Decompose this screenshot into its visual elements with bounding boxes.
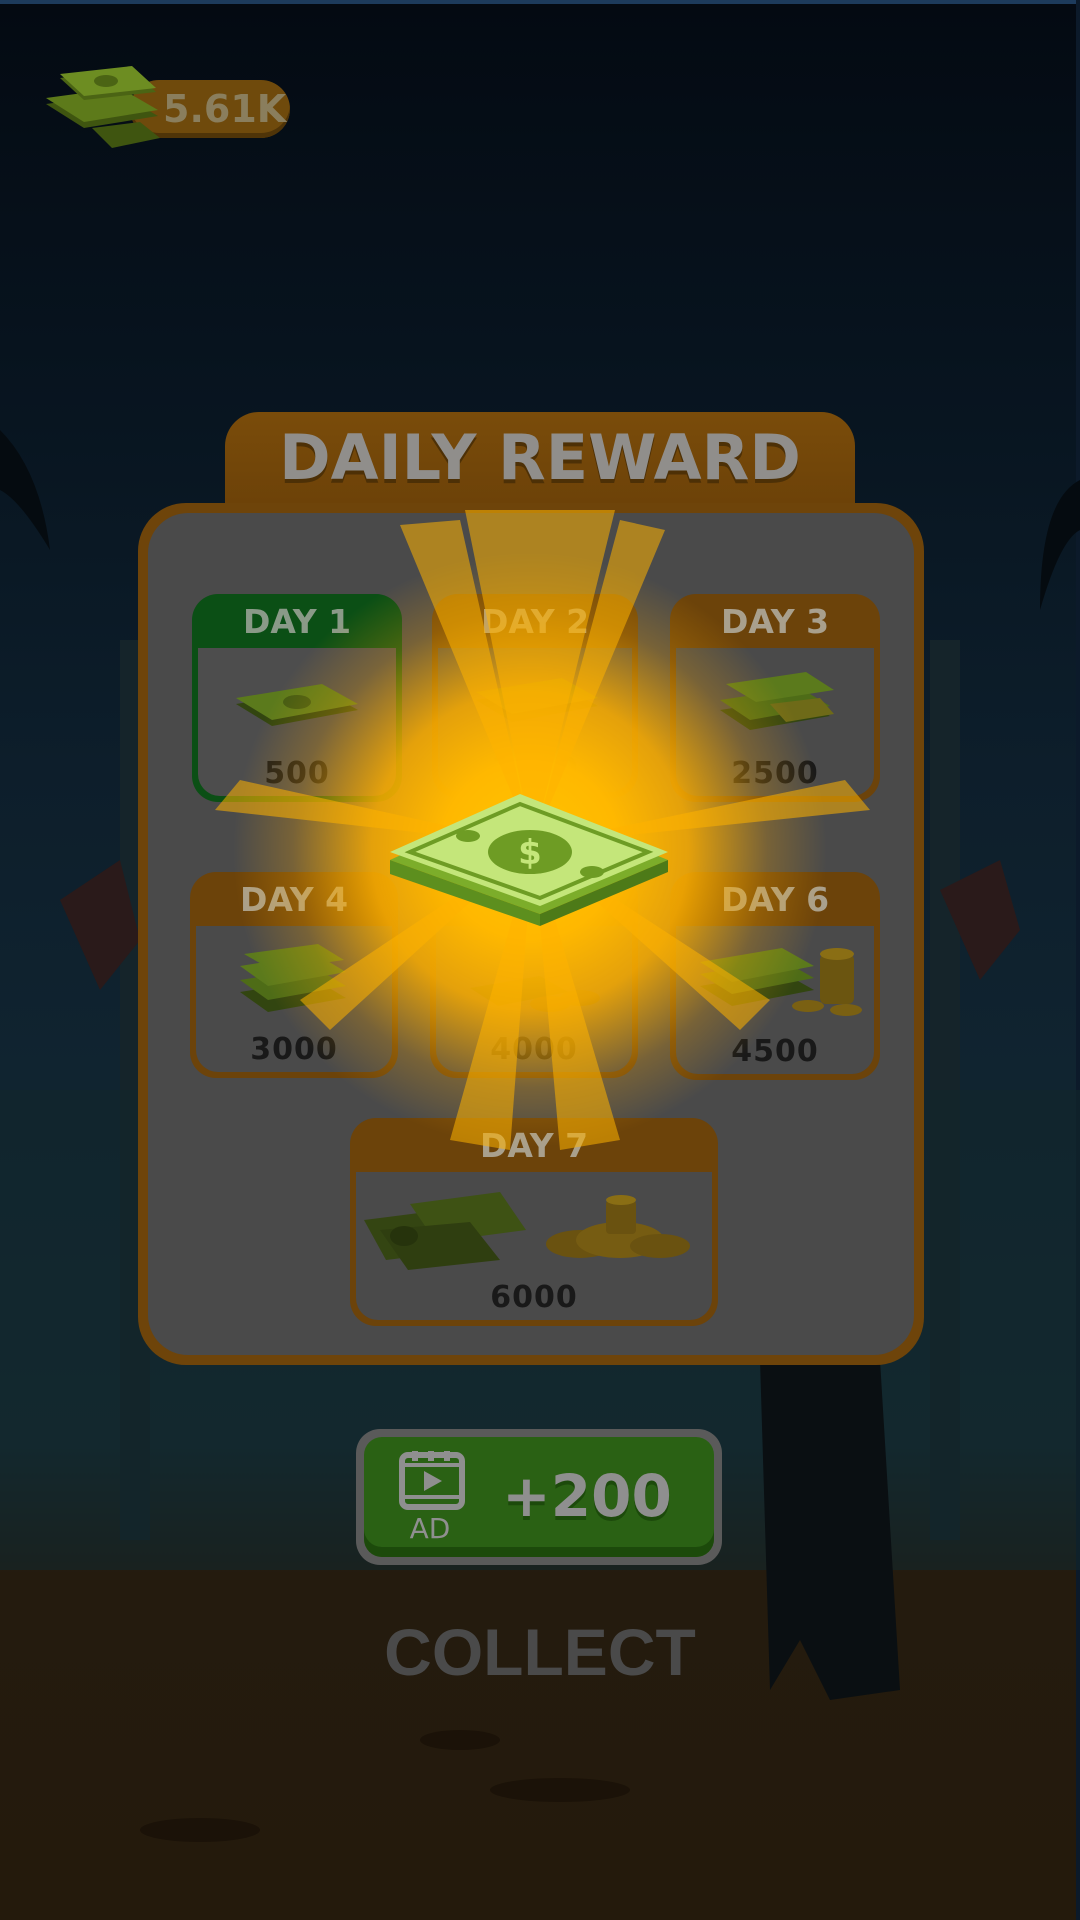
- ad-reward-amount: +200: [502, 1462, 672, 1530]
- day-label: DAY 4: [239, 880, 349, 919]
- cash-bundle-icon: [476, 678, 598, 722]
- day-label: DAY 7: [479, 1126, 589, 1165]
- day-card-1[interactable]: DAY 1 500: [192, 594, 402, 802]
- day-card-7[interactable]: DAY 7 6000: [350, 1118, 718, 1326]
- cash-coins-icon: [700, 948, 862, 1016]
- cash-stack-icon: [46, 66, 160, 148]
- cash-coins-icon: [470, 976, 600, 1012]
- cash-bundle-icon: [236, 684, 358, 726]
- day-amount: 3000: [250, 1032, 338, 1067]
- day-amount: 500: [264, 756, 330, 791]
- day-label: DAY 6: [720, 880, 830, 919]
- panel-title: DAILY REWARD: [279, 421, 801, 494]
- watch-ad-button-face: AD +200: [364, 1437, 714, 1557]
- day-label: DAY 2: [480, 602, 590, 641]
- cash-bundle-icon: $: [390, 794, 668, 926]
- day-label: DAY 3: [720, 602, 830, 641]
- cash-pile-coins-icon: [364, 1192, 690, 1270]
- svg-text:$: $: [518, 833, 542, 873]
- day-card-4[interactable]: DAY 4 3000: [190, 872, 398, 1078]
- day-amount: 6000: [490, 1280, 578, 1315]
- cash-stacks-icon: [720, 672, 834, 730]
- day-amount: 4500: [731, 1034, 819, 1069]
- cash-stacks-icon: [240, 944, 346, 1012]
- collect-button[interactable]: COLLECT: [340, 1612, 740, 1692]
- currency-value: 5.61K: [163, 87, 287, 131]
- film-clapper-icon: [399, 1451, 465, 1510]
- watch-ad-button[interactable]: AD +200: [356, 1429, 722, 1565]
- day-card-3[interactable]: DAY 3 2500: [670, 594, 880, 802]
- day-amount: 4000: [490, 1032, 578, 1067]
- day-amount: 2500: [731, 756, 819, 791]
- day-card-2[interactable]: DAY 2 1000: [432, 594, 638, 798]
- day-card-6[interactable]: DAY 6 4500: [670, 872, 880, 1080]
- day-amount: 1000: [491, 752, 579, 787]
- ad-label: AD: [409, 1512, 451, 1545]
- day-label: DAY 1: [242, 602, 352, 641]
